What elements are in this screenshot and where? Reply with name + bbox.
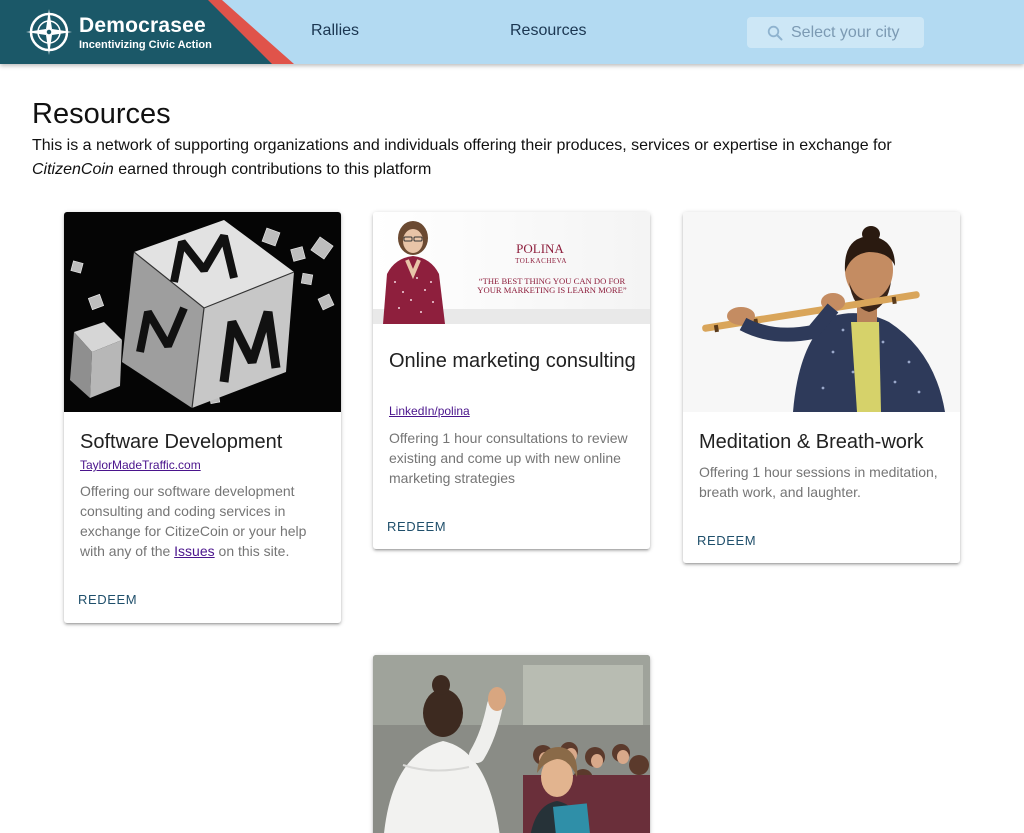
- redeem-button[interactable]: REDEEM: [691, 527, 762, 555]
- page-intro-text-end: earned through contributions to this pla…: [118, 161, 432, 178]
- page-title: Resources: [32, 98, 171, 130]
- card-description-text-end: on this site.: [218, 543, 290, 559]
- city-search-input[interactable]: [791, 23, 921, 42]
- nav-link-rallies[interactable]: Rallies: [311, 22, 359, 40]
- resource-card-online-marketing: POLINA TOLKACHEVA “THE BEST THING YOU CA…: [373, 212, 650, 549]
- card-title: Meditation & Breath-work: [699, 431, 924, 453]
- redeem-button[interactable]: REDEEM: [72, 586, 143, 614]
- polina-tolkacheva-banner-image: POLINA TOLKACHEVA “THE BEST THING YOU CA…: [373, 212, 650, 324]
- crowd-high-five-image: [373, 655, 650, 833]
- card-website-link[interactable]: LinkedIn/polina: [389, 404, 470, 418]
- nav-link-resources[interactable]: Resources: [510, 22, 586, 40]
- page-intro: This is a network of supporting organiza…: [32, 134, 972, 182]
- resource-card-software-development: Software Development TaylorMadeTraffic.c…: [64, 212, 341, 623]
- city-search[interactable]: [747, 17, 924, 48]
- card-title: Online marketing consulting: [389, 350, 636, 372]
- card-description: Offering 1 hour sessions in meditation, …: [699, 464, 938, 500]
- app-bar: Democrasee Incentivizing Civic Action Ra…: [0, 0, 1024, 64]
- resource-card-meditation: Meditation & Breath-work Offering 1 hour…: [683, 212, 960, 563]
- brand-name: Democrasee: [79, 14, 206, 37]
- brand-tagline: Incentivizing Civic Action: [79, 39, 212, 51]
- banner-surname: TOLKACHEVA: [515, 257, 567, 265]
- brand-logo-link[interactable]: Democrasee Incentivizing Civic Action: [0, 0, 294, 64]
- citizencoin-term: CitizenCoin: [32, 161, 114, 178]
- flute-player-image: [683, 212, 960, 412]
- software-development-cube-image: [64, 212, 341, 412]
- search-icon: [767, 25, 783, 40]
- redeem-button[interactable]: REDEEM: [381, 513, 452, 541]
- card-description: Offering 1 hour consultations to review …: [389, 430, 628, 486]
- card-website-link[interactable]: TaylorMadeTraffic.com: [80, 458, 201, 472]
- banner-quote-line2: YOUR MARKETING IS LEARN MORE”: [477, 285, 627, 295]
- page-intro-text: This is a network of supporting organiza…: [32, 137, 892, 154]
- banner-name: POLINA: [516, 241, 564, 256]
- card-description: Offering our software development consul…: [80, 481, 330, 561]
- resource-card-event: [373, 655, 650, 833]
- card-title: Software Development: [80, 431, 283, 453]
- compass-logo-icon: [26, 9, 72, 55]
- issues-link[interactable]: Issues: [174, 543, 214, 559]
